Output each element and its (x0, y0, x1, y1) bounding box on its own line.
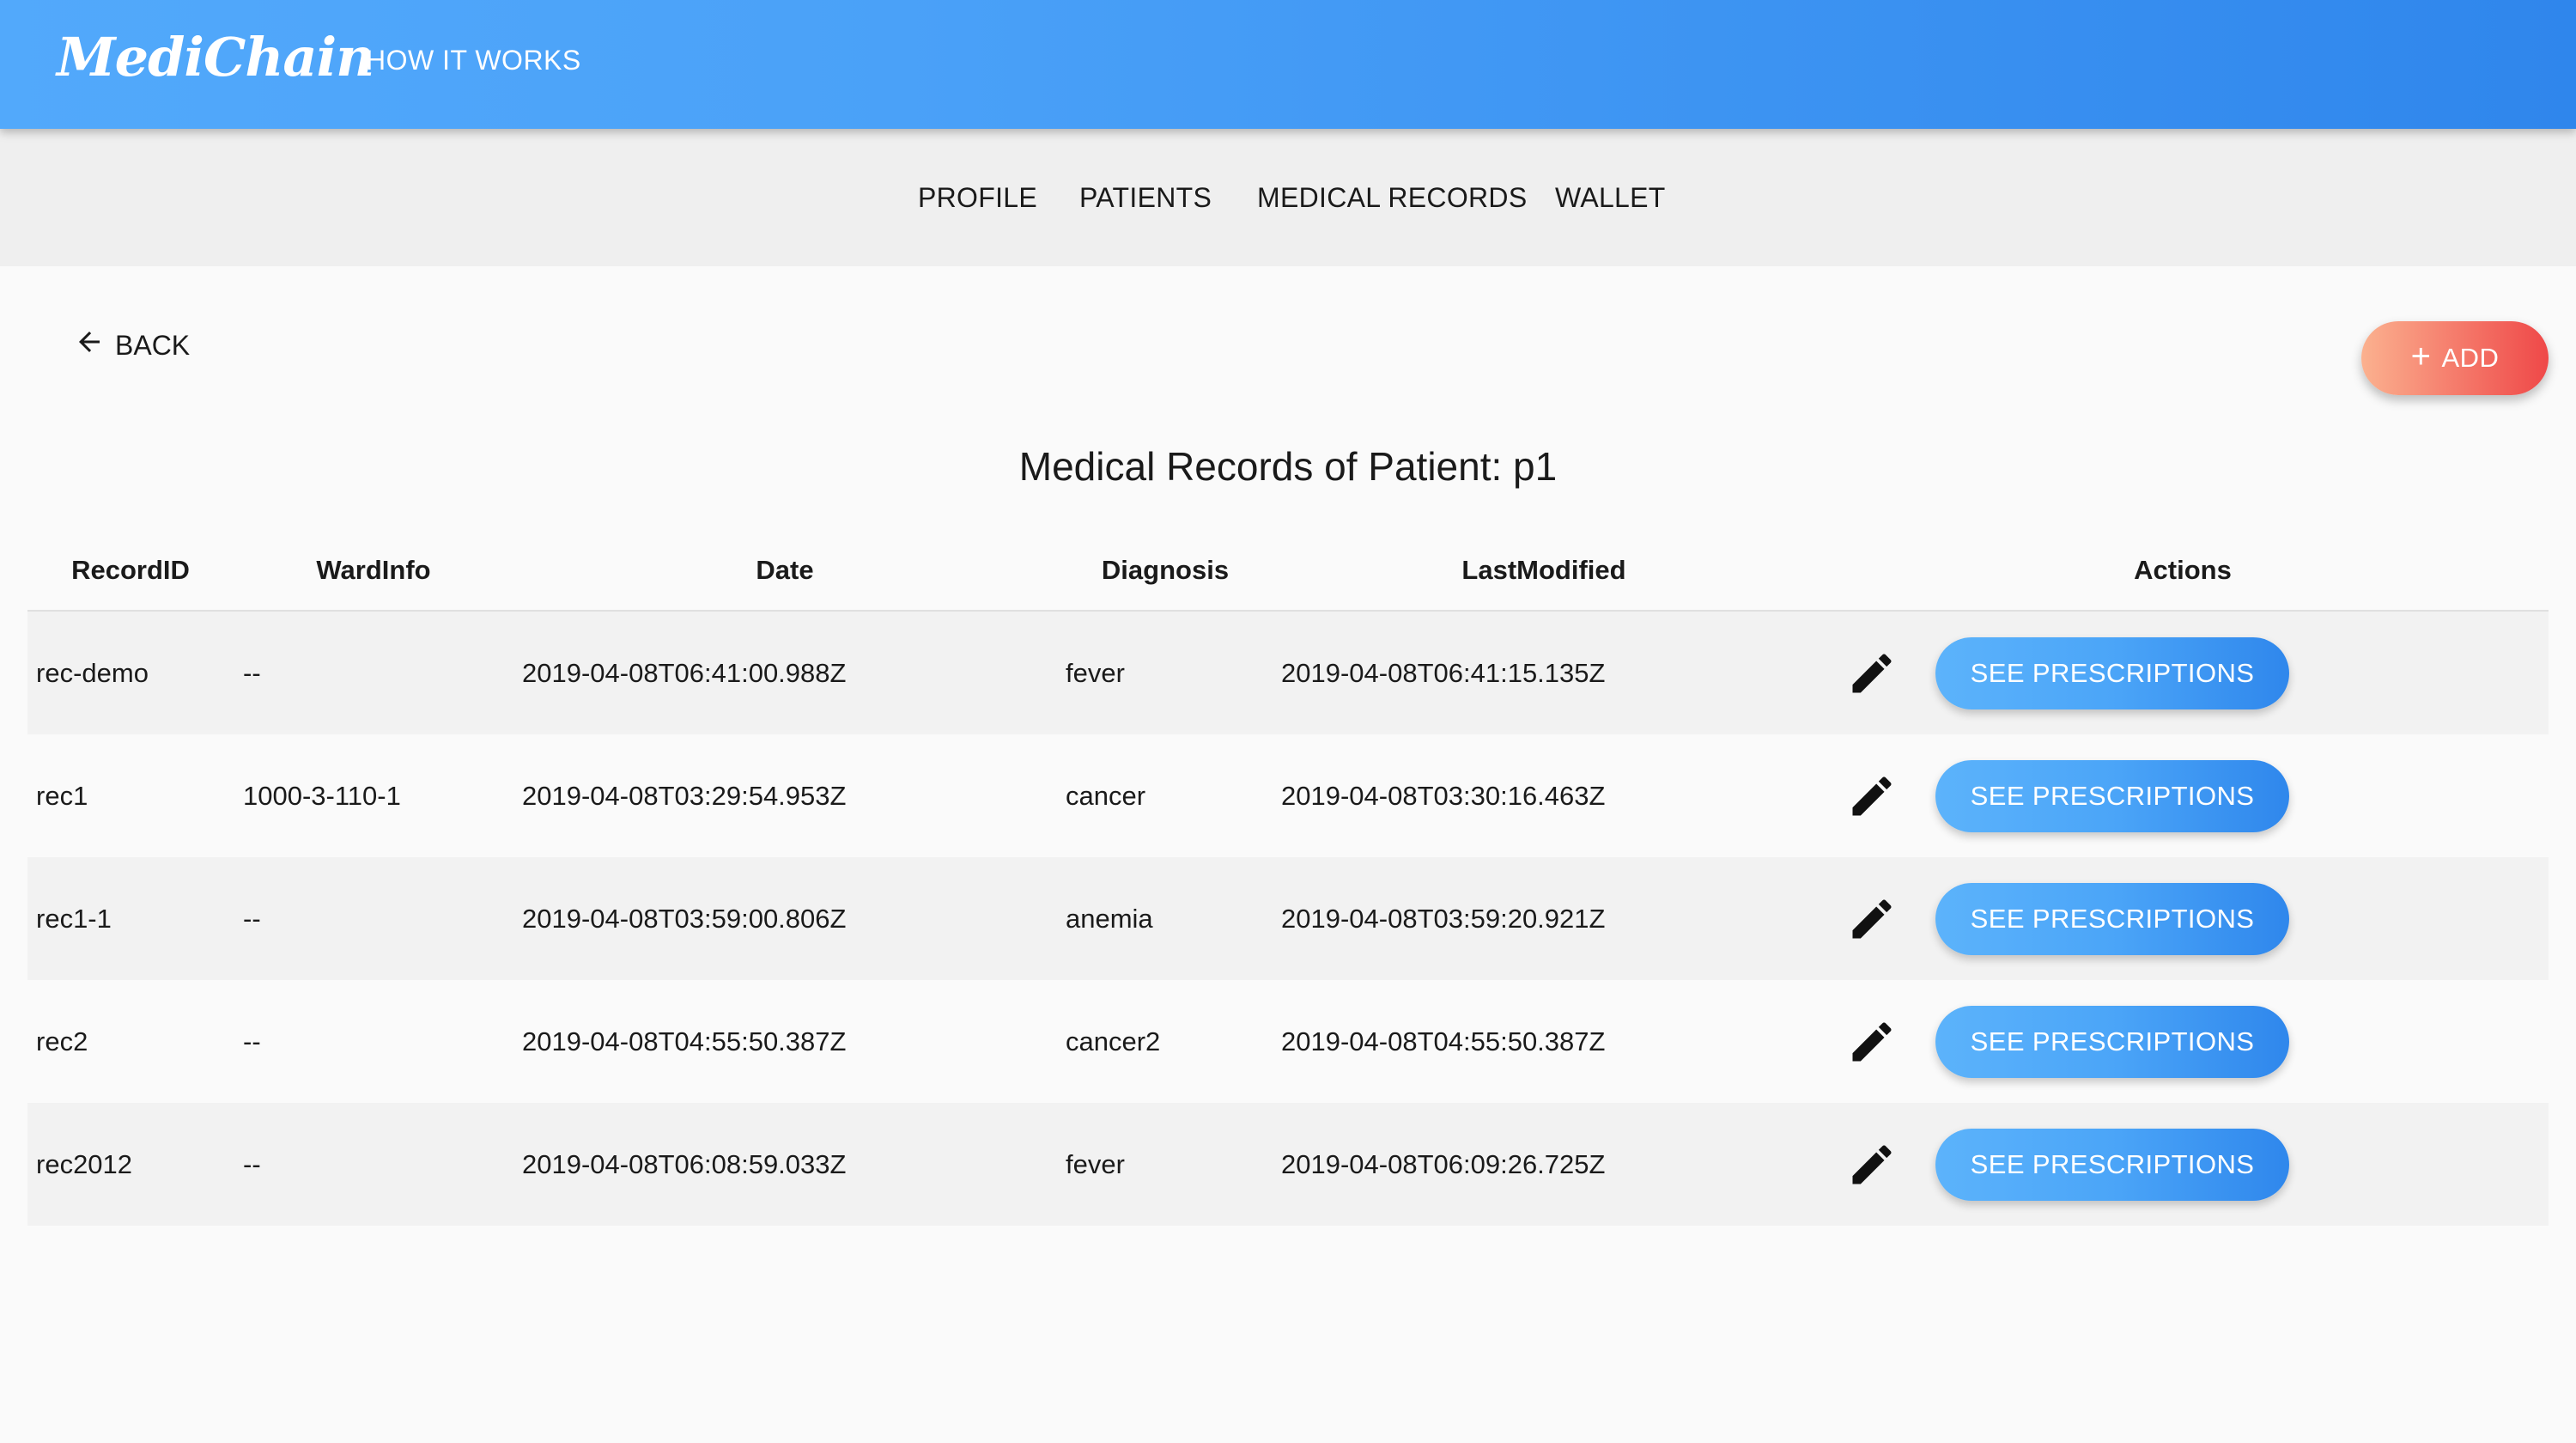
see-prescriptions-button[interactable]: SEE PRESCRIPTIONS (1935, 882, 2289, 955)
table-body: rec-demo -- 2019-04-08T06:41:00.988Z fev… (27, 612, 2549, 1226)
edit-record-button[interactable] (1846, 893, 1898, 945)
cell-ward-info: -- (243, 657, 261, 688)
edit-record-button[interactable] (1846, 770, 1898, 822)
plus-icon: + (2410, 338, 2432, 375)
cell-ward-info: 1000-3-110-1 (243, 780, 401, 811)
column-header-date: Date (756, 555, 814, 585)
page-title: Medical Records of Patient: p1 (1018, 444, 1558, 489)
add-label: ADD (2441, 343, 2500, 373)
column-header-actions: Actions (2134, 555, 2232, 585)
column-header-recordid: RecordID (71, 555, 190, 585)
nav-item-medical-records[interactable]: MEDICAL RECORDS (1257, 182, 1527, 214)
edit-record-button[interactable] (1846, 1016, 1898, 1068)
table-row: rec-demo -- 2019-04-08T06:41:00.988Z fev… (27, 612, 2549, 734)
edit-record-button[interactable] (1846, 648, 1898, 699)
how-it-works-link[interactable]: HOW IT WORKS (366, 45, 581, 76)
cell-last-modified: 2019-04-08T04:55:50.387Z (1281, 1026, 1606, 1056)
table-row: rec2012 -- 2019-04-08T06:08:59.033Z feve… (27, 1103, 2549, 1226)
nav-item-profile[interactable]: PROFILE (918, 182, 1037, 214)
cell-date: 2019-04-08T03:59:00.806Z (522, 903, 847, 934)
cell-ward-info: -- (243, 1026, 261, 1056)
cell-record-id: rec-demo (36, 657, 149, 688)
arrow-left-icon (74, 326, 105, 364)
sub-navigation: PROFILE PATIENTS MEDICAL RECORDS WALLET (0, 129, 2576, 266)
edit-record-button[interactable] (1846, 1139, 1898, 1190)
pencil-icon (1852, 653, 1892, 692)
table-row: rec2 -- 2019-04-08T04:55:50.387Z cancer2… (27, 980, 2549, 1103)
cell-date: 2019-04-08T06:41:00.988Z (522, 657, 847, 688)
app-logo[interactable]: MediChain (57, 26, 374, 88)
back-label: BACK (115, 329, 191, 361)
nav-item-wallet[interactable]: WALLET (1555, 182, 1666, 214)
cell-diagnosis: cancer2 (1066, 1026, 1161, 1056)
column-header-lastmodified: LastModified (1461, 555, 1626, 585)
pencil-icon (1852, 1021, 1892, 1061)
see-prescriptions-button[interactable]: SEE PRESCRIPTIONS (1935, 1005, 2289, 1078)
cell-diagnosis: cancer (1066, 780, 1146, 811)
cell-diagnosis: anemia (1066, 903, 1153, 934)
back-button[interactable]: BACK (74, 326, 190, 364)
table-header: RecordID WardInfo Date Diagnosis LastMod… (27, 533, 2549, 612)
cell-last-modified: 2019-04-08T03:59:20.921Z (1281, 903, 1606, 934)
table-row: rec1 1000-3-110-1 2019-04-08T03:29:54.95… (27, 734, 2549, 857)
pencil-icon (1852, 898, 1892, 938)
cell-diagnosis: fever (1066, 1148, 1125, 1179)
see-prescriptions-button[interactable]: SEE PRESCRIPTIONS (1935, 1128, 2289, 1201)
cell-date: 2019-04-08T03:29:54.953Z (522, 780, 847, 811)
cell-record-id: rec2012 (36, 1148, 133, 1179)
cell-diagnosis: fever (1066, 657, 1125, 688)
cell-last-modified: 2019-04-08T06:41:15.135Z (1281, 657, 1606, 688)
table-row: rec1-1 -- 2019-04-08T03:59:00.806Z anemi… (27, 857, 2549, 980)
cell-last-modified: 2019-04-08T03:30:16.463Z (1281, 780, 1606, 811)
cell-date: 2019-04-08T06:08:59.033Z (522, 1148, 847, 1179)
see-prescriptions-button[interactable]: SEE PRESCRIPTIONS (1935, 636, 2289, 709)
cell-ward-info: -- (243, 1148, 261, 1179)
medical-records-table: RecordID WardInfo Date Diagnosis LastMod… (27, 533, 2549, 1226)
see-prescriptions-button[interactable]: SEE PRESCRIPTIONS (1935, 759, 2289, 832)
column-header-wardinfo: WardInfo (316, 555, 431, 585)
cell-date: 2019-04-08T04:55:50.387Z (522, 1026, 847, 1056)
app-bar: MediChain HOW IT WORKS (0, 0, 2576, 129)
cell-record-id: rec1-1 (36, 903, 112, 934)
add-record-button[interactable]: + ADD (2361, 321, 2549, 395)
column-header-diagnosis: Diagnosis (1101, 555, 1230, 585)
cell-record-id: rec1 (36, 780, 88, 811)
cell-last-modified: 2019-04-08T06:09:26.725Z (1281, 1148, 1606, 1179)
nav-item-patients[interactable]: PATIENTS (1079, 182, 1212, 214)
cell-ward-info: -- (243, 903, 261, 934)
pencil-icon (1852, 1144, 1892, 1184)
cell-record-id: rec2 (36, 1026, 88, 1056)
pencil-icon (1852, 776, 1892, 815)
